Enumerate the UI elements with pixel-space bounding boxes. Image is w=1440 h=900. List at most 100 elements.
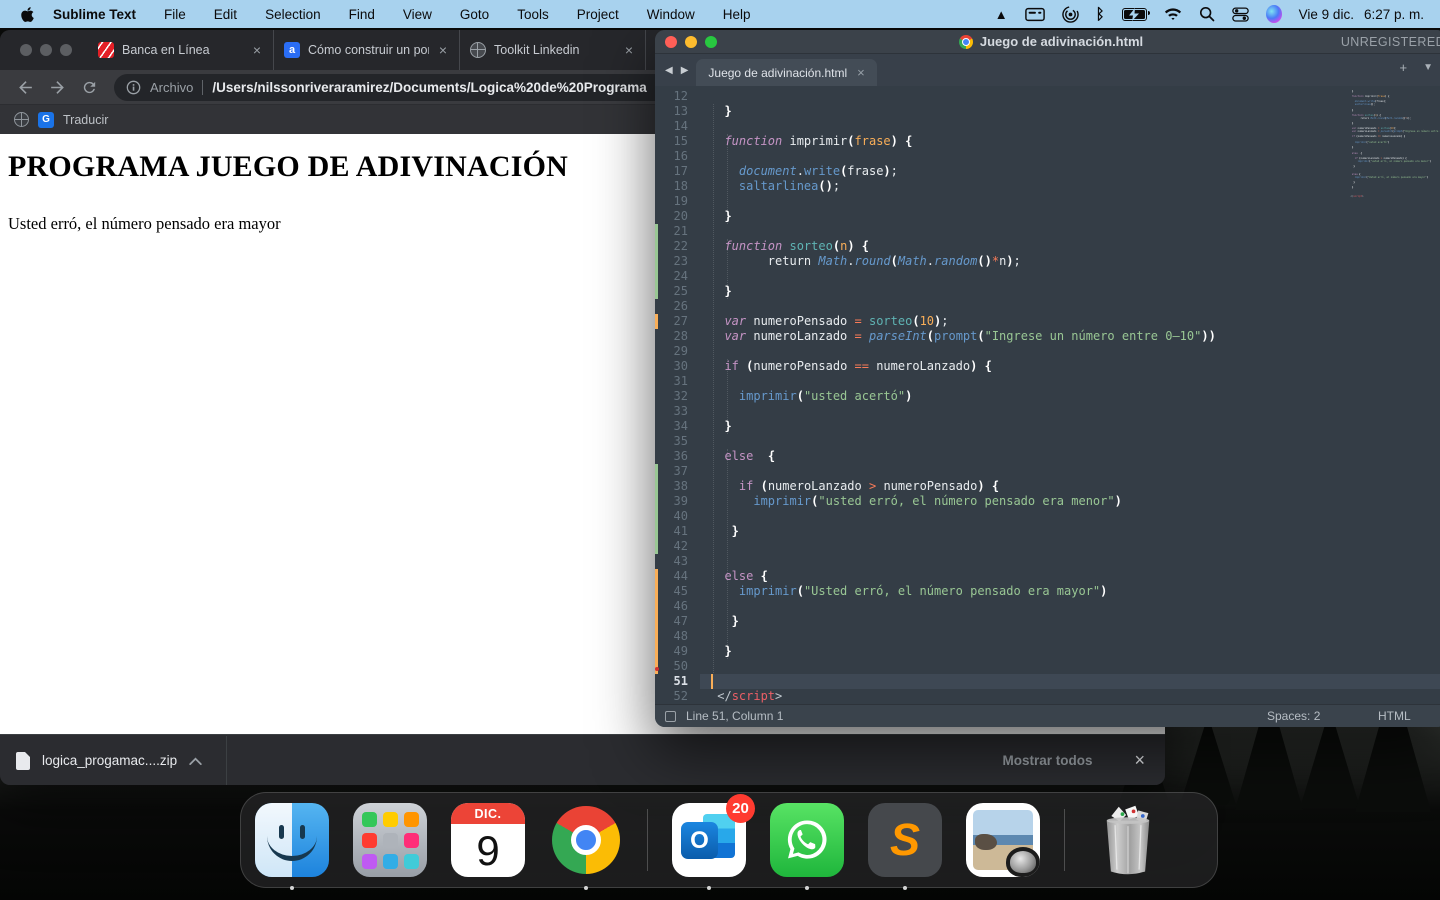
sublime-text-icon: S xyxy=(868,803,942,877)
menu-tools[interactable]: Tools xyxy=(517,7,549,22)
unregistered-label: UNREGISTERED xyxy=(1341,35,1440,49)
line-text xyxy=(700,554,710,569)
chevron-up-icon[interactable] xyxy=(189,757,202,765)
gutter-red-dot xyxy=(655,667,659,671)
line-text xyxy=(700,89,710,104)
info-icon[interactable] xyxy=(126,80,141,95)
hotspot-icon[interactable] xyxy=(1062,5,1079,23)
line-text xyxy=(700,464,710,479)
preview-icon xyxy=(966,803,1040,877)
line-text xyxy=(700,374,710,389)
calendar-icon: DIC. 9 xyxy=(451,803,525,877)
window-controls-inactive[interactable] xyxy=(20,44,72,56)
tab-scroll-left-icon[interactable]: ◀ xyxy=(665,65,673,76)
reload-icon[interactable] xyxy=(76,74,102,100)
line-number: 39 xyxy=(655,494,700,509)
active-app-name[interactable]: Sublime Text xyxy=(53,7,136,22)
dock-sublime-text[interactable]: S xyxy=(868,803,942,877)
minimap[interactable]: } function imprimir(frase) { document.wr… xyxy=(1349,88,1440,208)
line-text: else { xyxy=(700,449,775,464)
tab-close-icon[interactable]: × xyxy=(857,65,865,80)
menu-project[interactable]: Project xyxy=(577,7,619,22)
spotlight-icon[interactable] xyxy=(1199,5,1215,23)
editor-tab[interactable]: Juego de adivinación.html × xyxy=(696,59,876,86)
dock-outlook[interactable]: 20 O xyxy=(672,803,746,877)
control-center-icon[interactable] xyxy=(1232,5,1249,23)
menu-help[interactable]: Help xyxy=(723,7,751,22)
close-downloads-icon[interactable]: × xyxy=(1134,750,1145,771)
tab-scroll-right-icon[interactable]: ▶ xyxy=(681,65,689,76)
dock-finder[interactable] xyxy=(255,803,329,877)
menu-edit[interactable]: Edit xyxy=(214,7,237,22)
code-lines: 1213 }1415 function imprimir(frase) {161… xyxy=(655,89,1440,704)
sublime-title-bar[interactable]: Juego de adivinación.html UNREGISTERED xyxy=(655,30,1440,54)
tab-close-icon[interactable]: × xyxy=(437,42,449,58)
code-line-24: 24 xyxy=(655,269,1440,284)
calendar-month-label: DIC. xyxy=(451,803,525,824)
new-tab-icon[interactable]: + xyxy=(1400,60,1408,75)
download-item[interactable]: logica_progamac....zip xyxy=(16,752,218,770)
dock-calendar[interactable]: DIC. 9 xyxy=(451,803,525,877)
sublime-tab-bar: ◀ ▶ Juego de adivinación.html × + ▼ xyxy=(655,54,1440,87)
code-line-23: 23 return Math.round(Math.random()*n); xyxy=(655,254,1440,269)
code-line-18: 18 saltarlinea(); xyxy=(655,179,1440,194)
line-text: function imprimir(frase) { xyxy=(700,134,912,149)
dock-chrome[interactable] xyxy=(549,803,623,877)
code-line-29: 29 xyxy=(655,344,1440,359)
menu-selection[interactable]: Selection xyxy=(265,7,321,22)
code-line-45: 45 imprimir("Usted erró, el número pensa… xyxy=(655,584,1440,599)
app-triangle-icon[interactable]: ▲ xyxy=(995,5,1008,23)
line-text: } xyxy=(700,209,732,224)
line-text xyxy=(700,149,710,164)
menu-view[interactable]: View xyxy=(403,7,432,22)
bookmark-globe-icon[interactable] xyxy=(14,112,29,127)
translate-icon[interactable]: G xyxy=(38,112,54,128)
menu-goto[interactable]: Goto xyxy=(460,7,489,22)
line-number: 16 xyxy=(655,149,700,164)
back-icon[interactable] xyxy=(12,74,38,100)
minimize-window-button[interactable] xyxy=(40,44,52,56)
battery-icon[interactable] xyxy=(1122,5,1147,23)
tab-close-icon[interactable]: × xyxy=(623,42,635,58)
finder-icon xyxy=(255,803,329,877)
menu-bar-clock[interactable]: Vie 9 dic. 6:27 p. m. xyxy=(1299,7,1424,22)
line-number: 50 xyxy=(655,659,700,674)
code-editor[interactable]: 1213 }1415 function imprimir(frase) {161… xyxy=(655,86,1440,705)
menu-find[interactable]: Find xyxy=(349,7,375,22)
indentation-setting[interactable]: Spaces: 2 xyxy=(1267,709,1320,723)
panel-toggle-icon[interactable] xyxy=(665,711,676,722)
zoom-window-button[interactable] xyxy=(60,44,72,56)
close-window-button[interactable] xyxy=(20,44,32,56)
tab-overflow-icon[interactable]: ▼ xyxy=(1423,60,1433,75)
apple-menu-icon[interactable] xyxy=(20,6,35,23)
tab-title: Cómo construir un por xyxy=(308,43,429,57)
bluetooth-icon[interactable]: ᛒ xyxy=(1096,5,1105,23)
browser-tab-1[interactable]: Banca en Línea× xyxy=(88,30,274,70)
line-text xyxy=(700,404,710,419)
display-card-icon[interactable] xyxy=(1025,5,1045,23)
menu-window[interactable]: Window xyxy=(647,7,695,22)
wifi-icon[interactable] xyxy=(1164,5,1182,23)
dock-separator xyxy=(1064,809,1065,871)
line-text xyxy=(700,674,710,689)
syntax-mode[interactable]: HTML xyxy=(1378,709,1411,723)
browser-tab-3[interactable]: Toolkit Linkedin× xyxy=(460,30,646,70)
browser-tab-2[interactable]: aCómo construir un por× xyxy=(274,30,460,70)
dock-trash[interactable] xyxy=(1089,803,1167,877)
bookmark-translate-label[interactable]: Traducir xyxy=(63,113,108,127)
line-number: 26 xyxy=(655,299,700,314)
code-line-12: 12 xyxy=(655,89,1440,104)
forward-icon[interactable] xyxy=(44,74,70,100)
dock-preview[interactable] xyxy=(966,803,1040,877)
line-text: imprimir("Usted erró, el número pensado … xyxy=(700,584,1107,599)
menu-file[interactable]: File xyxy=(164,7,186,22)
dock-launchpad[interactable] xyxy=(353,803,427,877)
show-all-downloads-button[interactable]: Mostrar todos xyxy=(1002,753,1092,768)
dock-whatsapp[interactable] xyxy=(770,803,844,877)
bancolombia-icon xyxy=(98,42,114,58)
code-line-44: 44 else { xyxy=(655,569,1440,584)
downloads-bar: logica_progamac....zip Mostrar todos × xyxy=(0,734,1165,785)
code-line-22: 22 function sorteo(n) { xyxy=(655,239,1440,254)
tab-close-icon[interactable]: × xyxy=(251,42,263,58)
siri-icon[interactable] xyxy=(1266,5,1282,23)
